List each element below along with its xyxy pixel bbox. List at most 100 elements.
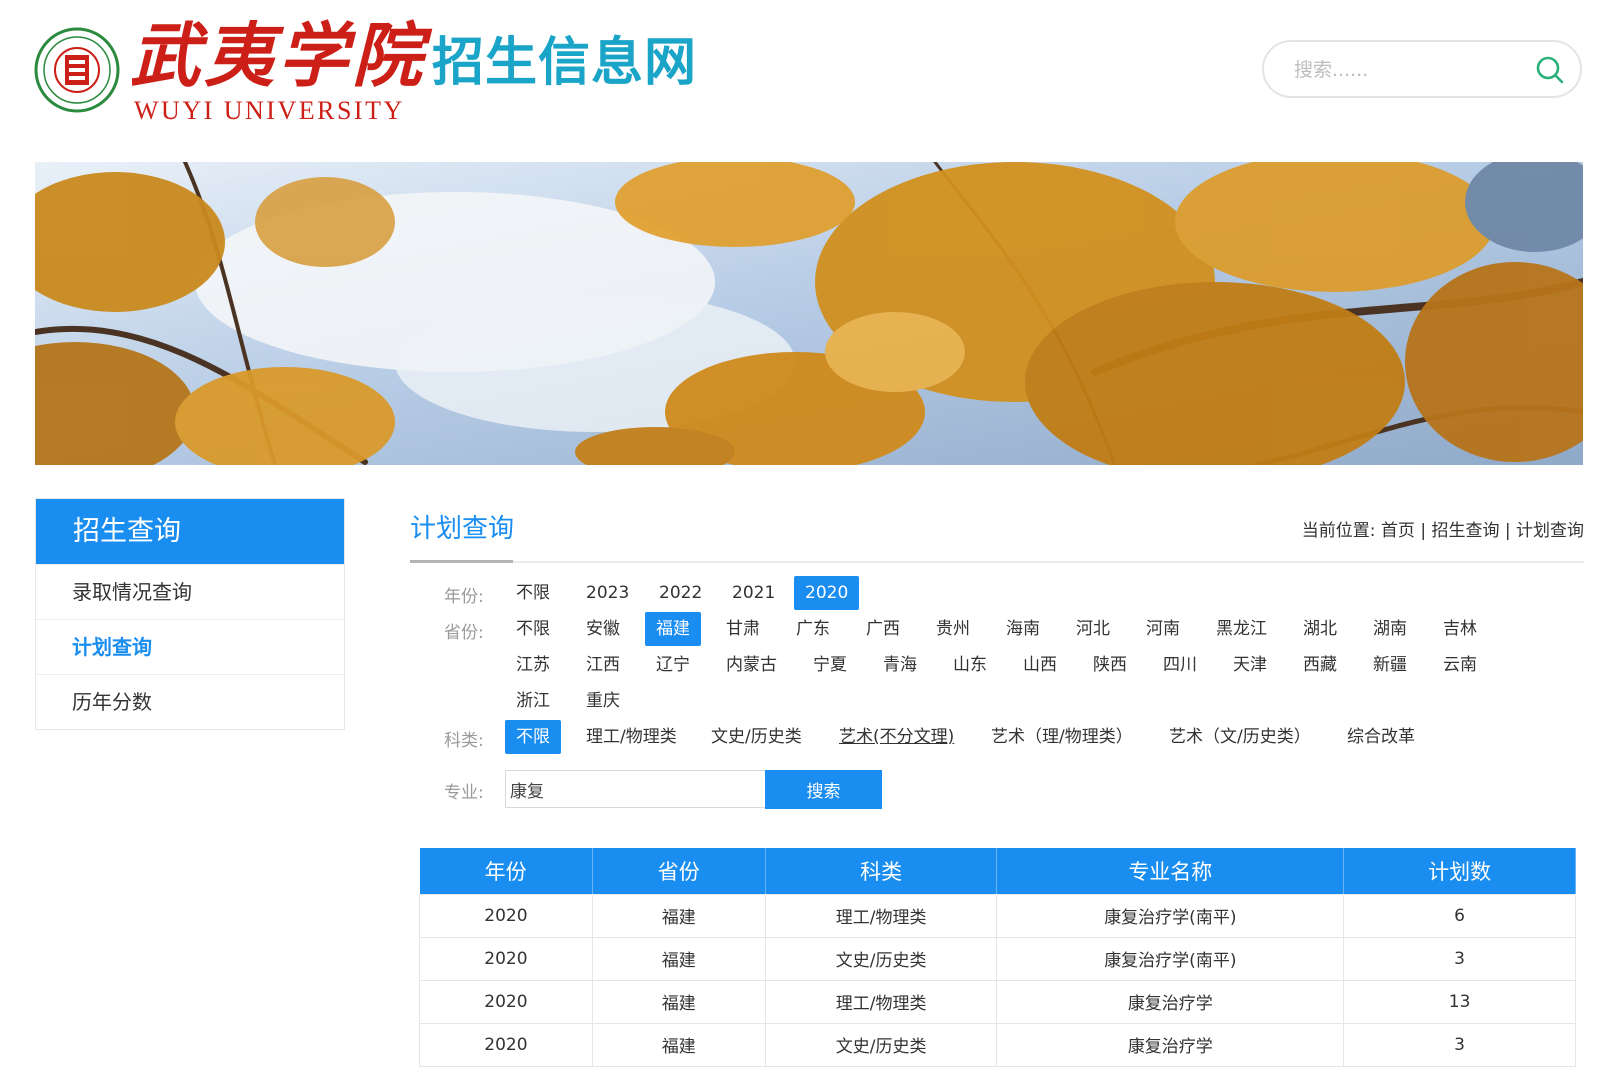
page-title: 计划查询 [410,514,515,544]
category-option[interactable]: 艺术（文/历史类） [1158,720,1322,754]
province-option[interactable]: 河北 [1065,612,1121,646]
university-seal-logo[interactable] [34,27,120,113]
cell-major: 康复治疗学 [996,1022,1345,1067]
ginkgo-banner-image [35,162,1583,465]
province-option[interactable]: 江西 [575,648,631,682]
province-option[interactable]: 宁夏 [802,648,858,682]
cell-year: 2020 [419,979,593,1024]
cell-plan-count: 3 [1343,1022,1576,1067]
table-row: 2020 福建 文史/历史类 康复治疗学 3 [419,1022,1576,1067]
year-option-2023[interactable]: 2023 [575,576,640,610]
hero-banner [35,162,1583,465]
breadcrumb-home[interactable]: 首页 [1381,521,1415,541]
site-title[interactable]: 招生信息网 [432,30,697,96]
table-row: 2020 福建 文史/历史类 康复治疗学(南平) 3 [419,936,1576,981]
cell-plan-count: 13 [1343,979,1576,1024]
province-option[interactable]: 四川 [1152,648,1208,682]
breadcrumb-separator: | [1504,521,1511,541]
province-option[interactable]: 重庆 [575,684,631,718]
province-option[interactable]: 不限 [505,612,561,646]
province-option-selected[interactable]: 福建 [645,612,701,646]
province-option[interactable]: 西藏 [1292,648,1348,682]
site-search-box [1262,40,1582,98]
plan-table: 年份 省份 科类 专业名称 计划数 2020 福建 理工/物理类 康复治疗学(南… [419,848,1576,1067]
sidebar-title: 招生查询 [36,499,344,564]
university-name-cn[interactable]: 武夷学院 [130,12,426,100]
university-name-en[interactable]: WUYI UNIVERSITY [134,96,405,126]
province-option[interactable]: 湖北 [1292,612,1348,646]
title-divider [410,561,1584,563]
province-option[interactable]: 广西 [855,612,911,646]
category-option[interactable]: 艺术（理/物理类） [980,720,1144,754]
province-option[interactable]: 黑龙江 [1205,612,1278,646]
sidebar-item-admission-query[interactable]: 录取情况查询 [36,564,344,619]
year-option-2022[interactable]: 2022 [648,576,713,610]
province-option[interactable]: 新疆 [1362,648,1418,682]
cell-year: 2020 [419,1022,593,1067]
category-option-any[interactable]: 不限 [505,720,561,754]
breadcrumb-prefix: 当前位置: [1301,521,1376,541]
cell-category: 理工/物理类 [764,893,998,938]
major-search-input[interactable] [505,770,765,808]
province-option[interactable]: 贵州 [925,612,981,646]
province-option[interactable]: 甘肃 [715,612,771,646]
sidebar-item-plan-query[interactable]: 计划查询 [36,619,344,674]
column-header-province: 省份 [592,848,766,894]
province-option[interactable]: 湖南 [1362,612,1418,646]
year-option-2020[interactable]: 2020 [794,576,860,610]
column-header-year: 年份 [419,848,593,894]
year-option-2021[interactable]: 2021 [721,576,786,610]
cell-province: 福建 [591,979,766,1024]
province-option[interactable]: 吉林 [1432,612,1488,646]
year-option-any[interactable]: 不限 [505,576,561,610]
cell-plan-count: 6 [1343,893,1576,938]
column-header-category: 科类 [765,848,998,894]
table-row: 2020 福建 理工/物理类 康复治疗学 13 [419,979,1576,1024]
province-option[interactable]: 江苏 [505,648,561,682]
province-option[interactable]: 河南 [1135,612,1191,646]
year-filter-label: 年份: [444,587,484,607]
province-option[interactable]: 陕西 [1082,648,1138,682]
province-option[interactable]: 广东 [785,612,841,646]
category-option[interactable]: 理工/物理类 [575,720,688,754]
province-option[interactable]: 安徽 [575,612,631,646]
cell-category: 文史/历史类 [764,1022,998,1067]
breadcrumb-separator: | [1420,521,1427,541]
category-option[interactable]: 综合改革 [1336,720,1426,754]
site-search-input[interactable] [1294,56,1514,84]
cell-plan-count: 3 [1343,936,1576,981]
sidebar-item-historical-scores[interactable]: 历年分数 [36,674,344,729]
column-header-major: 专业名称 [996,848,1345,894]
province-option[interactable]: 内蒙古 [715,648,788,682]
sidebar: 招生查询 录取情况查询 计划查询 历年分数 [35,498,345,730]
category-option[interactable]: 艺术(不分文理) [828,720,965,754]
cell-category: 文史/历史类 [764,936,998,981]
site-header: 武夷学院 WUYI UNIVERSITY 招生信息网 [0,0,1614,150]
major-search-button[interactable]: 搜索 [765,770,882,809]
province-option[interactable]: 山东 [942,648,998,682]
table-row: 2020 福建 理工/物理类 康复治疗学(南平) 6 [419,893,1576,938]
province-option[interactable]: 海南 [995,612,1051,646]
cell-year: 2020 [419,936,593,981]
breadcrumb-current[interactable]: 计划查询 [1516,521,1584,541]
category-option[interactable]: 文史/历史类 [700,720,813,754]
table-header-row: 年份 省份 科类 专业名称 计划数 [419,848,1576,894]
province-filter-label: 省份: [444,623,484,643]
major-filter-label: 专业: [444,783,484,803]
cell-major: 康复治疗学(南平) [996,893,1345,938]
province-option[interactable]: 天津 [1222,648,1278,682]
cell-province: 福建 [591,1022,766,1067]
province-option[interactable]: 青海 [872,648,928,682]
breadcrumb-section[interactable]: 招生查询 [1431,521,1499,541]
province-option[interactable]: 辽宁 [645,648,701,682]
category-filter-label: 科类: [444,731,484,751]
search-icon[interactable] [1534,54,1566,86]
column-header-plan-count: 计划数 [1343,848,1576,894]
cell-year: 2020 [419,893,593,938]
cell-major: 康复治疗学 [996,979,1345,1024]
province-option[interactable]: 山西 [1012,648,1068,682]
cell-major: 康复治疗学(南平) [996,936,1345,981]
cell-province: 福建 [591,893,766,938]
province-option[interactable]: 云南 [1432,648,1488,682]
province-option[interactable]: 浙江 [505,684,561,718]
